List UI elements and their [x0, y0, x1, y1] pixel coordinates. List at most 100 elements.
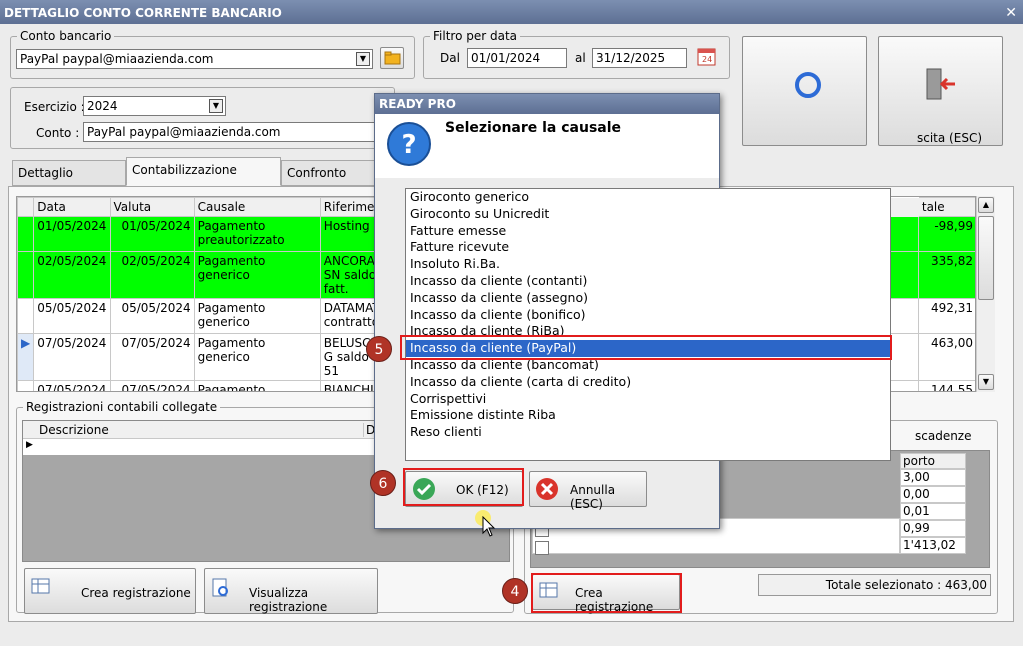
- list-item[interactable]: Reso clienti: [406, 424, 890, 441]
- row-indicator-header: [17, 197, 35, 217]
- scroll-up-icon[interactable]: ▲: [978, 197, 994, 213]
- cell-importo: 1'413,02: [900, 537, 966, 554]
- grid-scrollbar[interactable]: ▲ ▼: [976, 196, 995, 392]
- dal-date-input[interactable]: 01/01/2024: [467, 48, 567, 68]
- cell-data: 07/05/2024: [33, 333, 111, 381]
- list-item[interactable]: Incasso da cliente (bonifico): [406, 307, 890, 324]
- row-checkbox[interactable]: [535, 541, 549, 555]
- causale-listbox[interactable]: Giroconto generico Giroconto su Unicredi…: [405, 188, 891, 461]
- registrazioni-label: Registrazioni contabili collegate: [23, 400, 221, 414]
- list-item[interactable]: Fatture emesse: [406, 223, 890, 240]
- close-icon[interactable]: ✕: [1005, 0, 1017, 26]
- row-indicator: [17, 251, 35, 299]
- cell-totale: -98,99: [917, 216, 975, 252]
- cell-data: 02/05/2024: [33, 251, 111, 299]
- cell-valuta: 07/05/2024: [109, 380, 195, 391]
- cell-valuta: 07/05/2024: [109, 333, 195, 381]
- al-label: al: [575, 51, 586, 65]
- question-icon: ?: [387, 122, 431, 166]
- conto-field: PayPal paypal@miaazienda.com: [83, 122, 383, 142]
- svg-text:?: ?: [401, 130, 416, 160]
- crea-registrazione-button[interactable]: Crea registrazione: [24, 568, 196, 614]
- row-arrow-icon: ▶: [26, 440, 33, 450]
- col-data[interactable]: Data: [33, 197, 111, 217]
- cell-causale: Pagamento preautorizzato: [193, 216, 321, 252]
- row-indicator: [17, 380, 35, 391]
- col-causale[interactable]: Causale: [193, 197, 321, 217]
- folder-icon: [384, 51, 401, 65]
- highlight-crea-registrazione: [531, 573, 682, 613]
- chevron-down-icon[interactable]: ▼: [209, 99, 223, 113]
- list-item[interactable]: Giroconto su Unicredit: [406, 206, 890, 223]
- cell-totale: 492,31: [917, 298, 975, 334]
- dialog-heading: Selezionare la causale: [445, 120, 622, 136]
- cell-importo: 3,00: [900, 469, 966, 486]
- scroll-thumb[interactable]: [978, 216, 994, 300]
- cell-causale: Pagamento generico: [193, 333, 321, 381]
- open-folder-button[interactable]: [380, 47, 404, 69]
- col-porto: porto: [900, 453, 966, 469]
- conto-bancario-select[interactable]: PayPal paypal@miaazienda.com ▼: [16, 49, 373, 69]
- filtro-label: Filtro per data: [430, 29, 521, 43]
- step-badge-4: 4: [502, 578, 528, 604]
- list-item[interactable]: Insoluto Ri.Ba.: [406, 256, 890, 273]
- step-badge-6: 6: [370, 470, 396, 496]
- col-descrizione[interactable]: Descrizione: [39, 423, 109, 437]
- highlight-ok-button: [403, 468, 524, 506]
- exit-button[interactable]: scita (ESC): [878, 36, 1003, 146]
- cell-totale: 144,55: [917, 380, 975, 391]
- cell-data: 01/05/2024: [33, 216, 111, 252]
- esercizio-label: Esercizio :: [24, 100, 85, 114]
- cell-importo: 0,99: [900, 520, 966, 537]
- search-button[interactable]: [742, 36, 867, 146]
- exit-label: scita (ESC): [917, 131, 982, 145]
- conto-label: Conto :: [36, 126, 80, 140]
- cell-causale: Pagamento generico: [193, 298, 321, 334]
- list-item[interactable]: Giroconto generico: [406, 189, 890, 206]
- scroll-down-icon[interactable]: ▼: [978, 374, 994, 390]
- tab-confronto-contab[interactable]: Confronto contab: [281, 160, 381, 204]
- svg-text:24: 24: [702, 55, 712, 64]
- mouse-cursor-icon: [482, 516, 496, 537]
- visualizza-registrazione-button[interactable]: Visualizza registrazione: [204, 568, 378, 614]
- cell-totale: 463,00: [917, 333, 975, 381]
- tab-contabilizzazione-movimenti[interactable]: Contabilizzazione movimenti: [126, 157, 281, 201]
- cell-causale: Pagamento generico: [193, 251, 321, 299]
- dialog-title: READY PRO: [375, 94, 719, 114]
- document-search-icon: [212, 578, 228, 597]
- list-item[interactable]: Incasso da cliente (carta di credito): [406, 374, 890, 391]
- cell-importo: 0,01: [900, 503, 966, 520]
- row-indicator: [17, 298, 35, 334]
- search-icon: [795, 72, 821, 98]
- selezionare-causale-dialog: READY PRO ? Selezionare la causale Giroc…: [374, 93, 891, 529]
- list-item[interactable]: Fatture ricevute: [406, 239, 890, 256]
- list-item[interactable]: Emissione distinte Riba: [406, 407, 890, 424]
- conto-bancario-label: Conto bancario: [17, 29, 115, 43]
- dal-label: Dal: [440, 51, 460, 65]
- cell-data: 05/05/2024: [33, 298, 111, 334]
- list-item[interactable]: Incasso da cliente (contanti): [406, 273, 890, 290]
- annulla-button[interactable]: Annulla (ESC): [529, 471, 647, 511]
- list-item[interactable]: Incasso da cliente (assegno): [406, 290, 890, 307]
- annulla-label: Annulla (ESC): [570, 483, 616, 511]
- calendar-icon[interactable]: 24: [696, 46, 718, 68]
- cell-valuta: 01/05/2024: [109, 216, 195, 252]
- list-item[interactable]: Corrispettivi: [406, 391, 890, 408]
- crea-registrazione-label: Crea registrazione: [81, 586, 191, 600]
- tab-dettaglio-movimenti[interactable]: Dettaglio movimenti: [12, 160, 126, 204]
- col-valuta[interactable]: Valuta: [109, 197, 195, 217]
- window-title: DETTAGLIO CONTO CORRENTE BANCARIO: [4, 6, 282, 20]
- esercizio-select[interactable]: 2024 ▼: [83, 96, 226, 116]
- row-indicator: [17, 216, 35, 252]
- chevron-down-icon[interactable]: ▼: [356, 52, 370, 66]
- row-indicator-arrow-icon: ▶: [17, 333, 35, 381]
- cell-data: 07/05/2024: [33, 380, 111, 391]
- cancel-icon: [536, 478, 558, 500]
- exit-door-icon: [926, 68, 955, 100]
- esercizio-value: 2024: [87, 99, 118, 113]
- al-date-input[interactable]: 31/12/2025: [592, 48, 687, 68]
- cell-causale: Pagamento generico: [193, 380, 321, 391]
- scadenze-column: porto 3,00 0,00 0,01 0,99 1'413,02: [900, 453, 966, 555]
- totale-selezionato: Totale selezionato : 463,00: [758, 574, 991, 596]
- col-totale[interactable]: tale: [917, 197, 975, 217]
